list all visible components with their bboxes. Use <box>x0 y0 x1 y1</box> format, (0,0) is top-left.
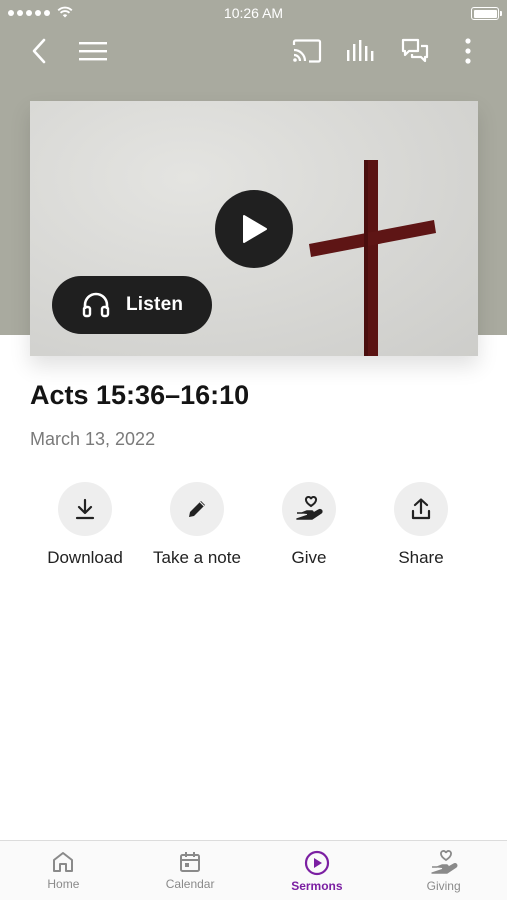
more-button[interactable] <box>451 34 485 68</box>
play-circle-icon <box>304 850 329 876</box>
more-icon <box>465 38 471 64</box>
home-icon <box>53 852 74 872</box>
status-bar: 10:26 AM <box>0 0 507 28</box>
take-note-button[interactable]: Take a note <box>142 482 252 568</box>
back-icon <box>32 38 46 64</box>
calendar-icon <box>180 852 201 872</box>
tab-sermons[interactable]: Sermons <box>254 841 381 900</box>
status-time: 10:26 AM <box>223 5 284 21</box>
cast-icon <box>292 39 322 63</box>
giving-hand-icon <box>430 850 458 874</box>
tab-calendar[interactable]: Calendar <box>127 841 254 900</box>
pencil-icon <box>189 501 205 517</box>
listen-label: Listen <box>126 294 184 315</box>
tab-calendar-label: Calendar <box>165 877 215 891</box>
sermon-media-player[interactable]: Listen <box>30 101 478 356</box>
chat-button[interactable] <box>398 34 432 68</box>
tab-home[interactable]: Home <box>0 841 127 900</box>
cast-button[interactable] <box>290 34 324 68</box>
give-button[interactable]: Give <box>254 482 364 568</box>
bottom-tab-bar: Home Calendar Sermons Giving <box>0 840 507 900</box>
share-label: Share <box>398 548 444 567</box>
audio-levels-button[interactable] <box>343 34 377 68</box>
giving-hand-icon <box>296 496 323 520</box>
tab-giving-label: Giving <box>426 879 461 893</box>
menu-icon <box>79 42 107 61</box>
audio-levels-icon <box>347 40 374 61</box>
play-icon <box>243 215 267 243</box>
sermon-title: Acts 15:36–16:10 <box>30 380 250 410</box>
give-label: Give <box>291 548 327 567</box>
back-button[interactable] <box>22 34 56 68</box>
headphones-icon <box>82 292 110 318</box>
share-button[interactable]: Share <box>366 482 476 568</box>
download-icon <box>75 498 95 520</box>
share-icon <box>411 498 431 520</box>
tab-sermons-label: Sermons <box>291 879 343 893</box>
sermon-date: March 13, 2022 <box>30 429 156 449</box>
chat-icon <box>401 38 429 63</box>
battery-icon <box>471 7 502 20</box>
menu-button[interactable] <box>76 34 110 68</box>
play-button[interactable] <box>215 190 293 268</box>
listen-button[interactable]: Listen <box>52 276 212 334</box>
download-button[interactable]: Download <box>30 482 140 568</box>
tab-giving[interactable]: Giving <box>380 841 507 900</box>
tab-home-label: Home <box>47 877 80 891</box>
download-label: Download <box>47 548 123 567</box>
take-note-label: Take a note <box>153 548 241 567</box>
